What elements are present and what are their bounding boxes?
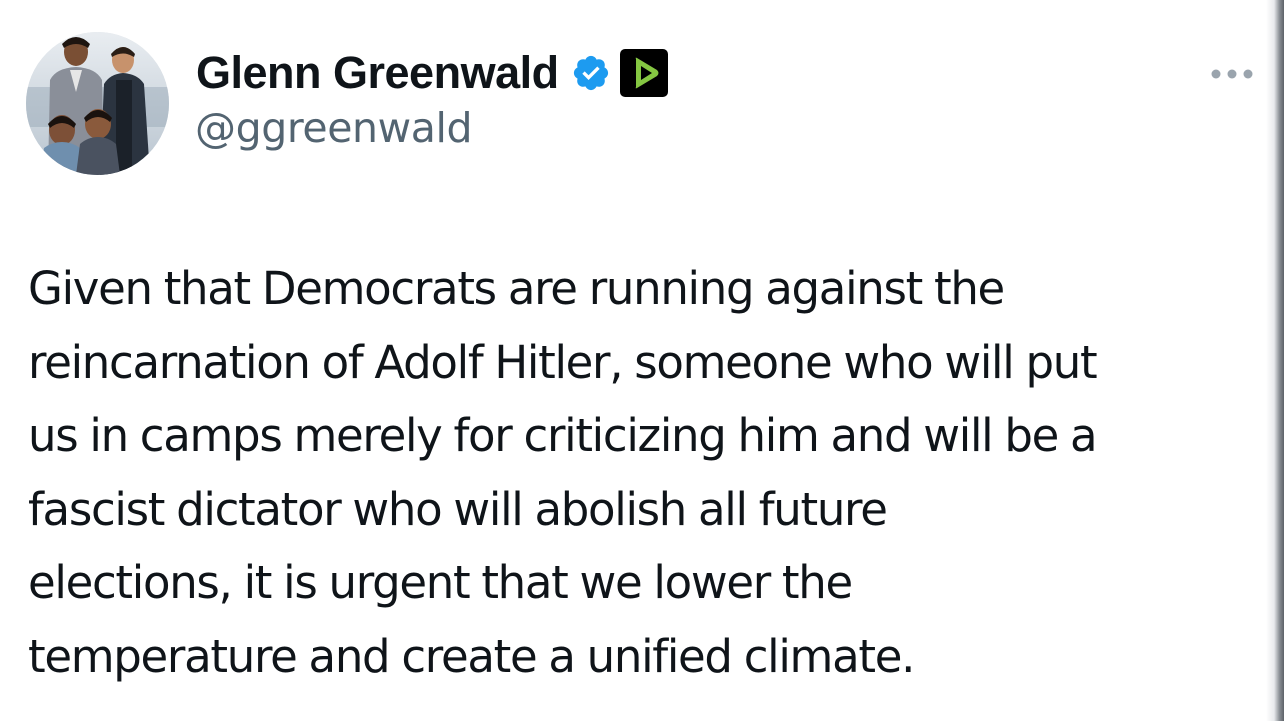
tweet-text-line: us in camps merely for criticizing him a… <box>28 409 1098 462</box>
avatar[interactable] <box>26 32 169 175</box>
more-options-icon <box>1211 69 1253 79</box>
rumble-play-icon[interactable] <box>619 48 669 98</box>
tweet-text: Given that Democrats are running against… <box>28 252 1258 693</box>
more-options-button[interactable] <box>1204 60 1260 88</box>
tweet-text-line: temperature and create a unified climate… <box>28 629 915 683</box>
profile-photo-avatar <box>26 32 169 175</box>
tweet-text-line: fascist dictator who will abolish all fu… <box>28 482 888 536</box>
author-display-name[interactable]: Glenn Greenwald <box>196 47 559 99</box>
verified-badge-icon[interactable] <box>571 53 611 93</box>
tweet-text-line: elections, it is urgent that we lower th… <box>28 556 853 609</box>
tweet-text-line: Given that Democrats are running against… <box>28 262 1005 315</box>
tweet-text-line: reincarnation of Adolf Hitler, someone w… <box>28 335 1098 389</box>
author-handle[interactable]: @ggreenwald <box>195 104 473 152</box>
tweet-card: Glenn Greenwald @ggreenwald Given that D… <box>0 0 1284 721</box>
window-edge <box>1266 0 1284 721</box>
author-name-row: Glenn Greenwald <box>196 44 669 102</box>
